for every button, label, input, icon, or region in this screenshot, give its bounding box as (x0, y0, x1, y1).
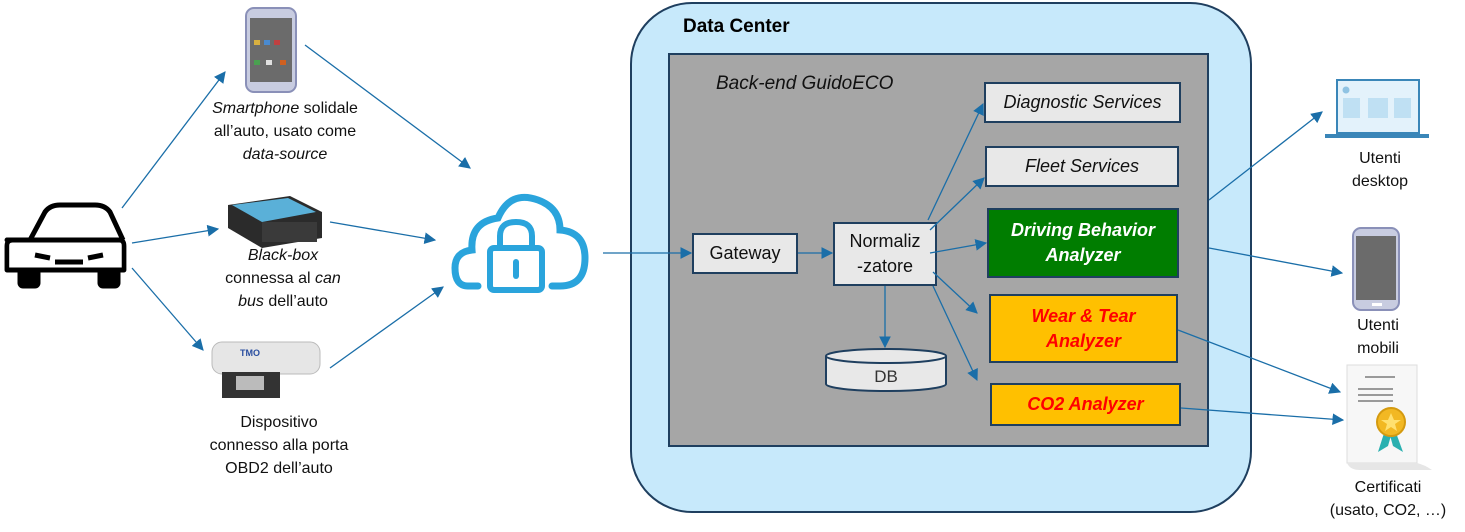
obd-caption-2: connesso alla porta (209, 437, 349, 454)
mobile-phone-icon (1352, 227, 1400, 311)
smartphone-caption-1: solidale (299, 100, 358, 117)
laptop-icon (1325, 79, 1429, 138)
mobile-caption-1: Utenti (1357, 317, 1399, 334)
arrow-car-obd (131, 267, 204, 351)
svg-text:TMO: TMO (240, 348, 260, 358)
desktop-caption-1: Utenti (1359, 150, 1401, 167)
arrow-car-blackbox (131, 224, 220, 244)
obd-device-icon: TMO (211, 341, 321, 398)
blackbox-caption-3-em: bus (238, 293, 264, 310)
obd-caption-3: OBD2 dell’auto (225, 460, 333, 477)
certificates-caption: Certificati (usato, CO2, …) (1330, 476, 1446, 522)
cloud-lock-icon (451, 193, 589, 293)
blackbox-caption-3: dell’auto (263, 293, 328, 310)
arrow-normalizer-fleet (929, 177, 985, 231)
smartphone-caption-em: Smartphone (212, 100, 300, 117)
arrow-car-smartphone (121, 71, 226, 209)
blackbox-caption-2: connessa al (225, 270, 316, 287)
mobile-caption: Utenti mobili (1357, 314, 1399, 360)
blackbox-caption-1: Black-box (247, 247, 319, 264)
blackbox-caption-2-em: can (315, 270, 341, 287)
architecture-diagram: Data Center Back-end GuidoECO Gateway No… (0, 0, 1465, 532)
arrow-obd-cloud (329, 286, 444, 369)
certificate-icon (1346, 364, 1432, 470)
smartphone-caption-3: data-source (242, 146, 328, 163)
car-icon (4, 202, 127, 289)
db-label: DB (874, 367, 898, 386)
smartphone-icon (245, 7, 297, 93)
smartphone-caption-2: all’auto, usato come (213, 123, 357, 140)
arrow-datacenter-desktop (1208, 111, 1323, 201)
obd-caption: Dispositivo connesso alla porta OBD2 del… (210, 411, 349, 480)
certificates-caption-2: (usato, CO2, …) (1329, 502, 1447, 519)
arrow-blackbox-cloud (329, 221, 437, 244)
certificates-caption-1: Certificati (1354, 479, 1422, 496)
arrow-normalizer-driving (929, 239, 988, 254)
mobile-caption-2: mobili (1357, 340, 1399, 357)
smartphone-caption: Smartphone solidale all’auto, usato come… (212, 97, 358, 166)
arrow-datacenter-mobile (1208, 247, 1344, 277)
blackbox-icon (228, 196, 322, 248)
arrow-normalizer-wear (932, 271, 978, 314)
obd-caption-1: Dispositivo (240, 414, 318, 431)
arrow-wear-certificates (1177, 329, 1342, 394)
desktop-caption: Utenti desktop (1352, 147, 1408, 193)
blackbox-caption: Black-box connessa al can bus dell’auto (225, 244, 341, 313)
desktop-caption-2: desktop (1351, 173, 1409, 190)
arrow-co2-certificates (1180, 407, 1345, 426)
arrow-normalizer-diagnostic (927, 102, 984, 221)
